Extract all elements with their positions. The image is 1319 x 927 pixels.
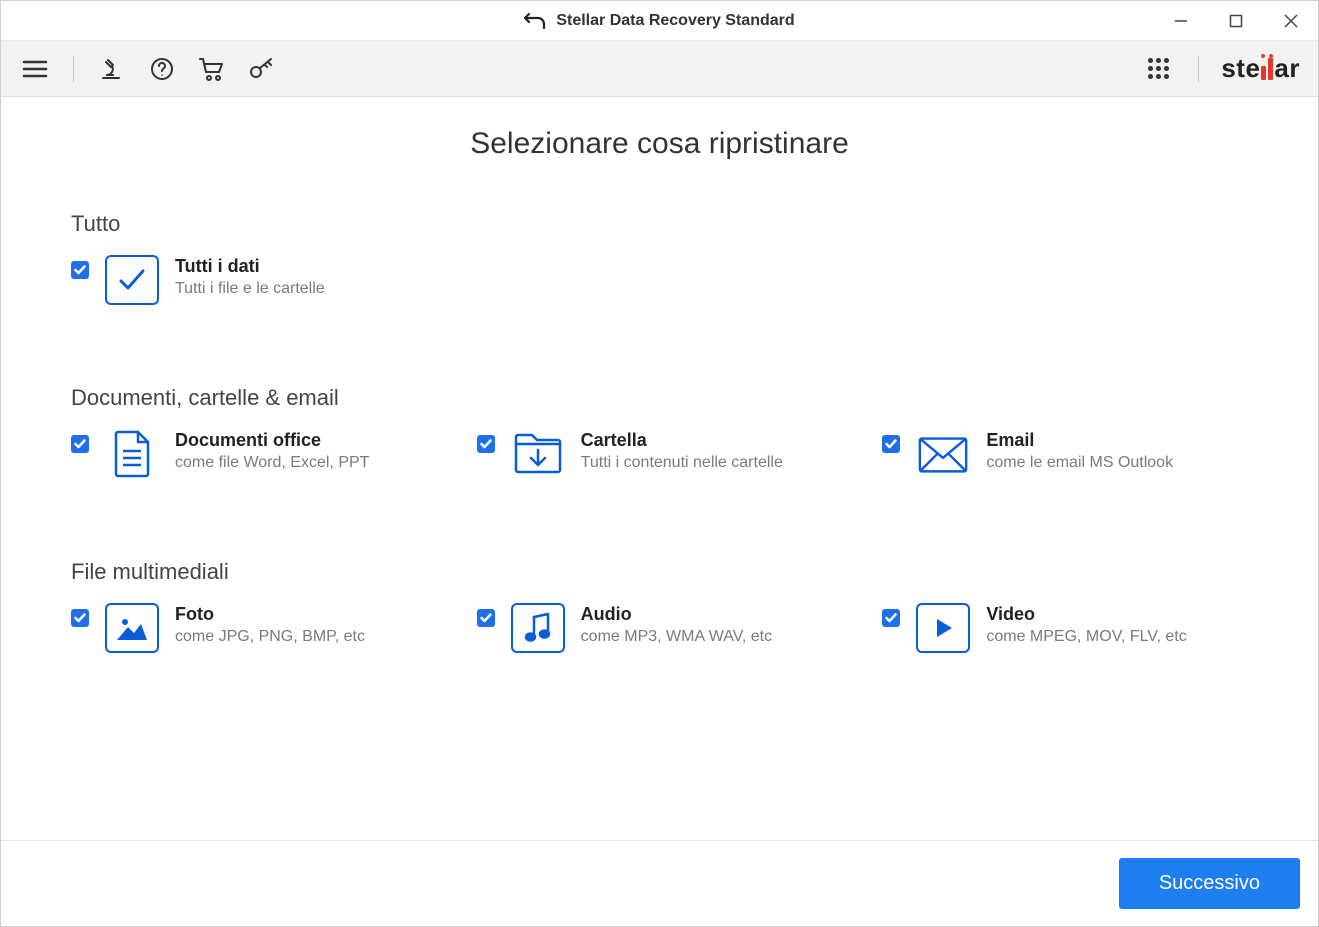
check-box-icon [105, 255, 159, 305]
option-title: Email [986, 429, 1173, 452]
section-title-media: File multimediali [71, 559, 1248, 585]
key-icon[interactable] [246, 53, 278, 85]
brand-text-pre: ste [1221, 53, 1260, 84]
main-content: Selezionare cosa ripristinare Tutto Tutt… [1, 97, 1318, 840]
play-icon [916, 603, 970, 653]
option-desc: Tutti i file e le cartelle [175, 280, 325, 298]
close-button[interactable] [1263, 1, 1318, 40]
option-title: Foto [175, 603, 365, 626]
checkbox-email[interactable] [882, 435, 900, 453]
apps-grid-icon[interactable] [1144, 53, 1176, 85]
section-everything: Tutto Tutti i dati Tutti i file e le car… [71, 211, 1248, 305]
option-office-documents[interactable]: Documenti office come file Word, Excel, … [71, 429, 437, 479]
section-documents: Documenti, cartelle & email Documenti of… [71, 385, 1248, 479]
checkbox-photos[interactable] [71, 609, 89, 627]
option-title: Documenti office [175, 429, 369, 452]
maximize-button[interactable] [1208, 1, 1263, 40]
microscope-icon[interactable] [96, 53, 128, 85]
option-desc: Tutti i contenuti nelle cartelle [581, 454, 783, 472]
option-desc: come MP3, WMA WAV, etc [581, 628, 772, 646]
folder-download-icon [511, 429, 565, 479]
app-window: Stellar Data Recovery Standard [0, 0, 1319, 927]
section-media: File multimediali Foto come JPG, PNG, BM… [71, 559, 1248, 653]
toolbar-separator [73, 56, 74, 82]
toolbar: ste ar [1, 41, 1318, 97]
option-title: Cartella [581, 429, 783, 452]
window-controls [1153, 1, 1318, 40]
undo-icon[interactable] [524, 13, 546, 29]
footer: Successivo [1, 840, 1318, 926]
music-note-icon [511, 603, 565, 653]
option-photos[interactable]: Foto come JPG, PNG, BMP, etc [71, 603, 437, 653]
option-email[interactable]: Email come le email MS Outlook [882, 429, 1248, 479]
option-title: Audio [581, 603, 772, 626]
option-desc: come le email MS Outlook [986, 454, 1173, 472]
option-title: Video [986, 603, 1186, 626]
checkbox-office-documents[interactable] [71, 435, 89, 453]
section-title-everything: Tutto [71, 211, 1248, 237]
titlebar: Stellar Data Recovery Standard [1, 1, 1318, 41]
brand-text-post: ar [1274, 53, 1300, 84]
option-title: Tutti i dati [175, 255, 325, 278]
section-title-documents: Documenti, cartelle & email [71, 385, 1248, 411]
next-button[interactable]: Successivo [1119, 858, 1300, 909]
checkbox-folders[interactable] [477, 435, 495, 453]
checkbox-all-data[interactable] [71, 261, 89, 279]
cart-icon[interactable] [196, 53, 228, 85]
option-desc: come file Word, Excel, PPT [175, 454, 369, 472]
option-video[interactable]: Video come MPEG, MOV, FLV, etc [882, 603, 1248, 653]
option-all-data[interactable]: Tutti i dati Tutti i file e le cartelle [71, 255, 451, 305]
menu-button[interactable] [19, 53, 51, 85]
option-desc: come MPEG, MOV, FLV, etc [986, 628, 1186, 646]
brand-ll-icon [1260, 58, 1274, 80]
document-icon [105, 429, 159, 479]
help-icon[interactable] [146, 53, 178, 85]
checkbox-audio[interactable] [477, 609, 495, 627]
envelope-icon [916, 429, 970, 479]
option-audio[interactable]: Audio come MP3, WMA WAV, etc [477, 603, 843, 653]
brand-logo: ste ar [1221, 53, 1300, 84]
option-folders[interactable]: Cartella Tutti i contenuti nelle cartell… [477, 429, 843, 479]
toolbar-separator [1198, 56, 1199, 82]
page-heading: Selezionare cosa ripristinare [71, 127, 1248, 161]
checkbox-video[interactable] [882, 609, 900, 627]
window-title: Stellar Data Recovery Standard [556, 12, 794, 30]
minimize-button[interactable] [1153, 1, 1208, 40]
option-desc: come JPG, PNG, BMP, etc [175, 628, 365, 646]
image-icon [105, 603, 159, 653]
